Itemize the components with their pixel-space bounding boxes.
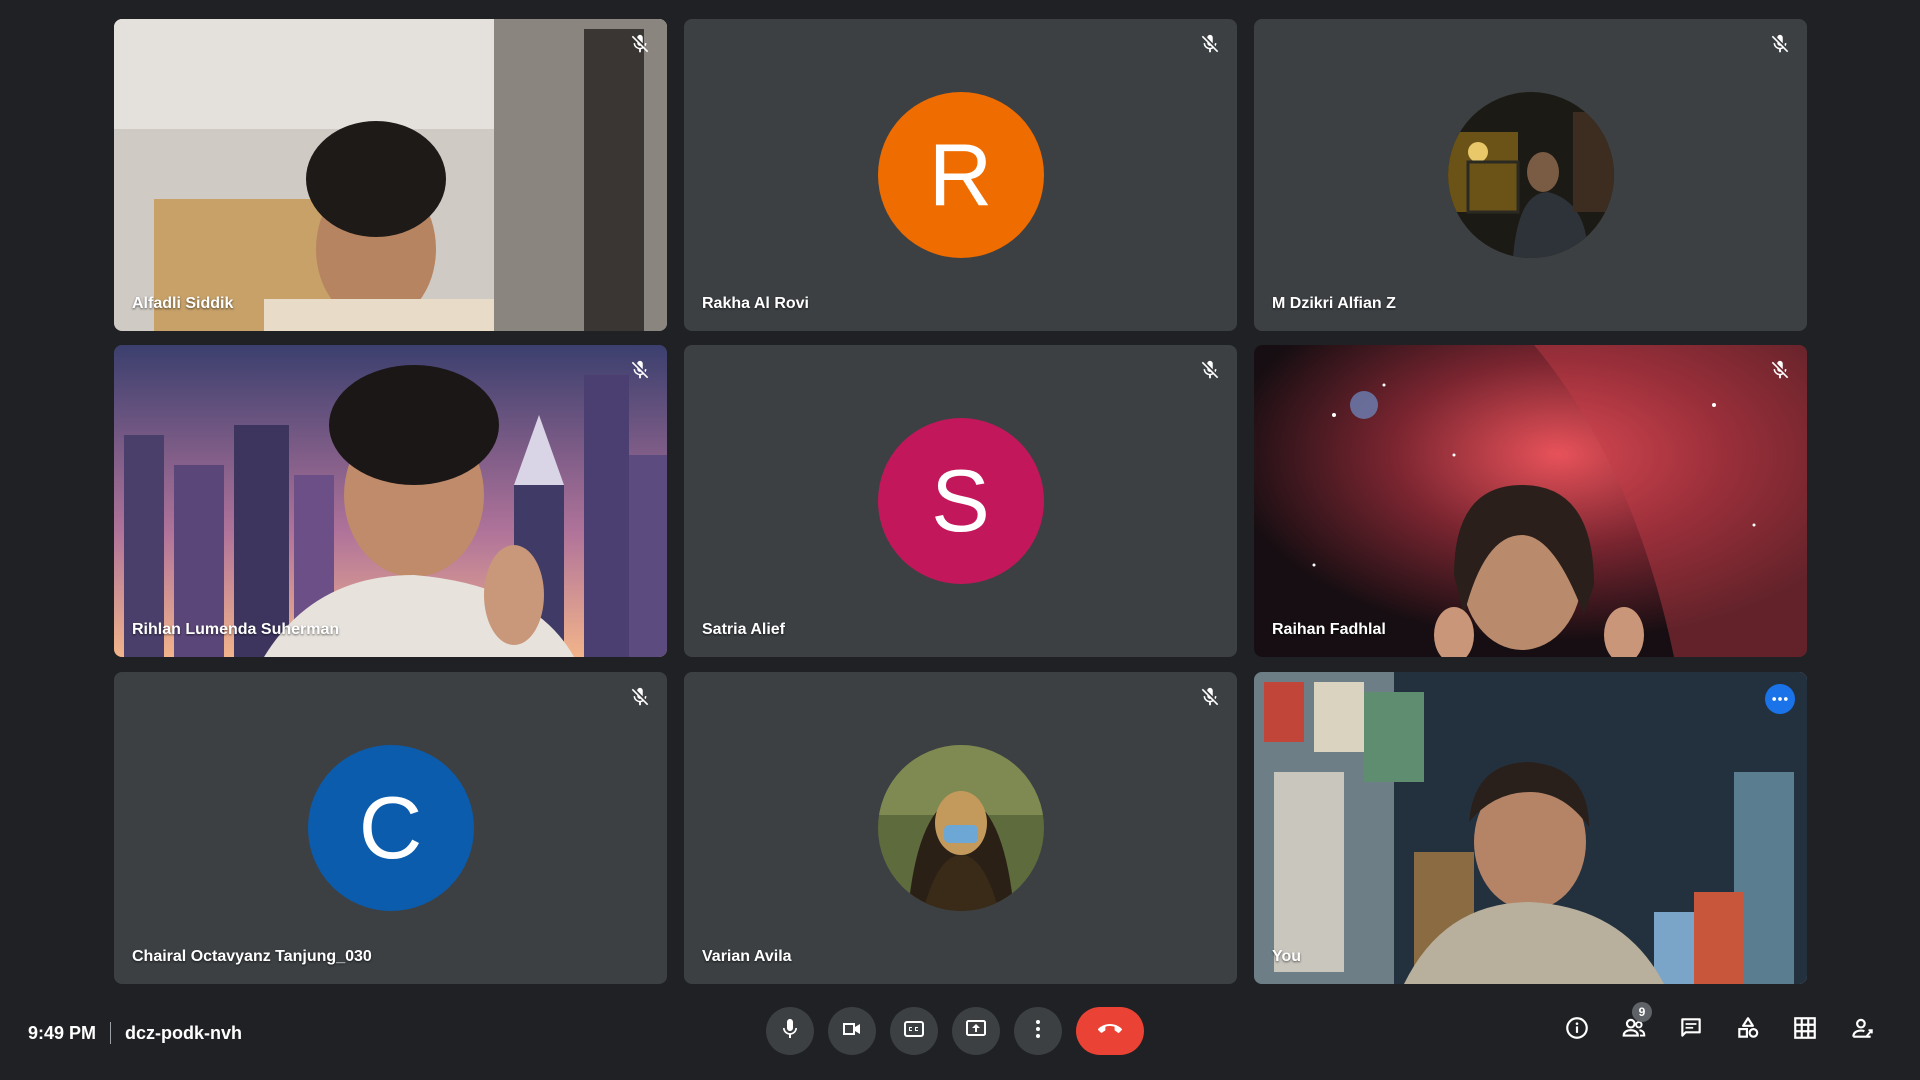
mic-off-icon bbox=[1769, 359, 1791, 381]
host-controls-icon bbox=[1849, 1015, 1875, 1046]
chat-icon bbox=[1678, 1015, 1704, 1046]
participant-name: Alfadli Siddik bbox=[132, 295, 234, 312]
present-button[interactable] bbox=[952, 1007, 1000, 1055]
host-controls-button[interactable] bbox=[1842, 1010, 1882, 1050]
people-button[interactable]: 9 bbox=[1614, 1002, 1654, 1050]
participant-avatar: S bbox=[877, 418, 1044, 584]
participant-tile-dzikri[interactable]: M Dzikri Alfian Z bbox=[1254, 19, 1807, 331]
mic-off-icon bbox=[1769, 33, 1791, 55]
participant-name: Chairal Octavyanz Tanjung_030 bbox=[132, 948, 372, 965]
participant-name: Satria Alief bbox=[702, 621, 785, 638]
mic-off-icon bbox=[629, 686, 651, 708]
meet-window: Alfadli Siddik R Rakha Al Rovi M Dzikri … bbox=[0, 0, 1920, 1080]
participant-avatar bbox=[877, 745, 1044, 911]
participant-tile-chairal[interactable]: C Chairal Octavyanz Tanjung_030 bbox=[114, 672, 667, 984]
participant-tile-self[interactable]: You bbox=[1254, 672, 1807, 984]
meeting-time: 9:49 PM bbox=[28, 1022, 97, 1043]
participant-avatar bbox=[1447, 92, 1614, 258]
participant-name: Varian Avila bbox=[702, 948, 792, 965]
participant-name: Rakha Al Rovi bbox=[702, 295, 809, 312]
participant-name: You bbox=[1272, 948, 1302, 965]
captions-button[interactable] bbox=[890, 1007, 938, 1055]
participant-name: M Dzikri Alfian Z bbox=[1272, 295, 1396, 312]
meeting-code[interactable]: dcz-podk-nvh bbox=[125, 1023, 242, 1044]
participant-tile-satria[interactable]: S Satria Alief bbox=[684, 345, 1237, 657]
present-screen-icon bbox=[964, 1017, 988, 1046]
participant-tile-rakha[interactable]: R Rakha Al Rovi bbox=[684, 19, 1237, 331]
avatar-initial: R bbox=[928, 125, 993, 224]
change-layout-button[interactable] bbox=[1785, 1010, 1825, 1050]
participant-video bbox=[114, 345, 667, 657]
microphone-button[interactable] bbox=[766, 1007, 814, 1055]
participant-video bbox=[114, 19, 667, 331]
participant-name: Raihan Fadhlal bbox=[1272, 621, 1386, 638]
camera-button[interactable] bbox=[828, 1007, 876, 1055]
avatar-initial: S bbox=[931, 451, 990, 550]
more-options-button[interactable] bbox=[1014, 1007, 1062, 1055]
meeting-details-button[interactable] bbox=[1557, 1010, 1597, 1050]
leave-call-button[interactable] bbox=[1076, 1007, 1144, 1055]
call-end-icon bbox=[1098, 1017, 1122, 1046]
participant-avatar: R bbox=[877, 92, 1044, 258]
participant-tile-varian[interactable]: Varian Avila bbox=[684, 672, 1237, 984]
activities-button[interactable] bbox=[1728, 1010, 1768, 1050]
more-options-icon[interactable] bbox=[1765, 684, 1795, 714]
more-vert-icon bbox=[1026, 1017, 1050, 1046]
mic-off-icon bbox=[629, 33, 651, 55]
mic-off-icon bbox=[1199, 33, 1221, 55]
mic-off-icon bbox=[629, 359, 651, 381]
participant-video bbox=[1254, 345, 1807, 657]
participant-name: Rihlan Lumenda Suherman bbox=[132, 621, 340, 638]
participant-video bbox=[1254, 672, 1807, 984]
info-icon bbox=[1564, 1015, 1590, 1046]
avatar-initial: C bbox=[358, 778, 423, 877]
call-controls bbox=[766, 1007, 1144, 1055]
divider bbox=[110, 1022, 112, 1044]
participant-tile-rihlan[interactable]: Rihlan Lumenda Suherman bbox=[114, 345, 667, 657]
mic-off-icon bbox=[1199, 686, 1221, 708]
mic-off-icon bbox=[1199, 359, 1221, 381]
chat-button[interactable] bbox=[1671, 1010, 1711, 1050]
videocam-icon bbox=[840, 1017, 864, 1046]
participant-tile-alfadli[interactable]: Alfadli Siddik bbox=[114, 19, 667, 331]
people-count-badge: 9 bbox=[1632, 1002, 1652, 1022]
mic-icon bbox=[778, 1017, 802, 1046]
side-panel-controls: 9 bbox=[1540, 1002, 1882, 1050]
grid-layout-icon bbox=[1792, 1015, 1818, 1046]
participant-tile-raihan[interactable]: Raihan Fadhlal bbox=[1254, 345, 1807, 657]
closed-caption-icon bbox=[902, 1017, 926, 1046]
meeting-info: 9:49 PM dcz-podk-nvh bbox=[28, 1018, 242, 1048]
activities-icon bbox=[1735, 1015, 1761, 1046]
participant-avatar: C bbox=[307, 745, 474, 911]
